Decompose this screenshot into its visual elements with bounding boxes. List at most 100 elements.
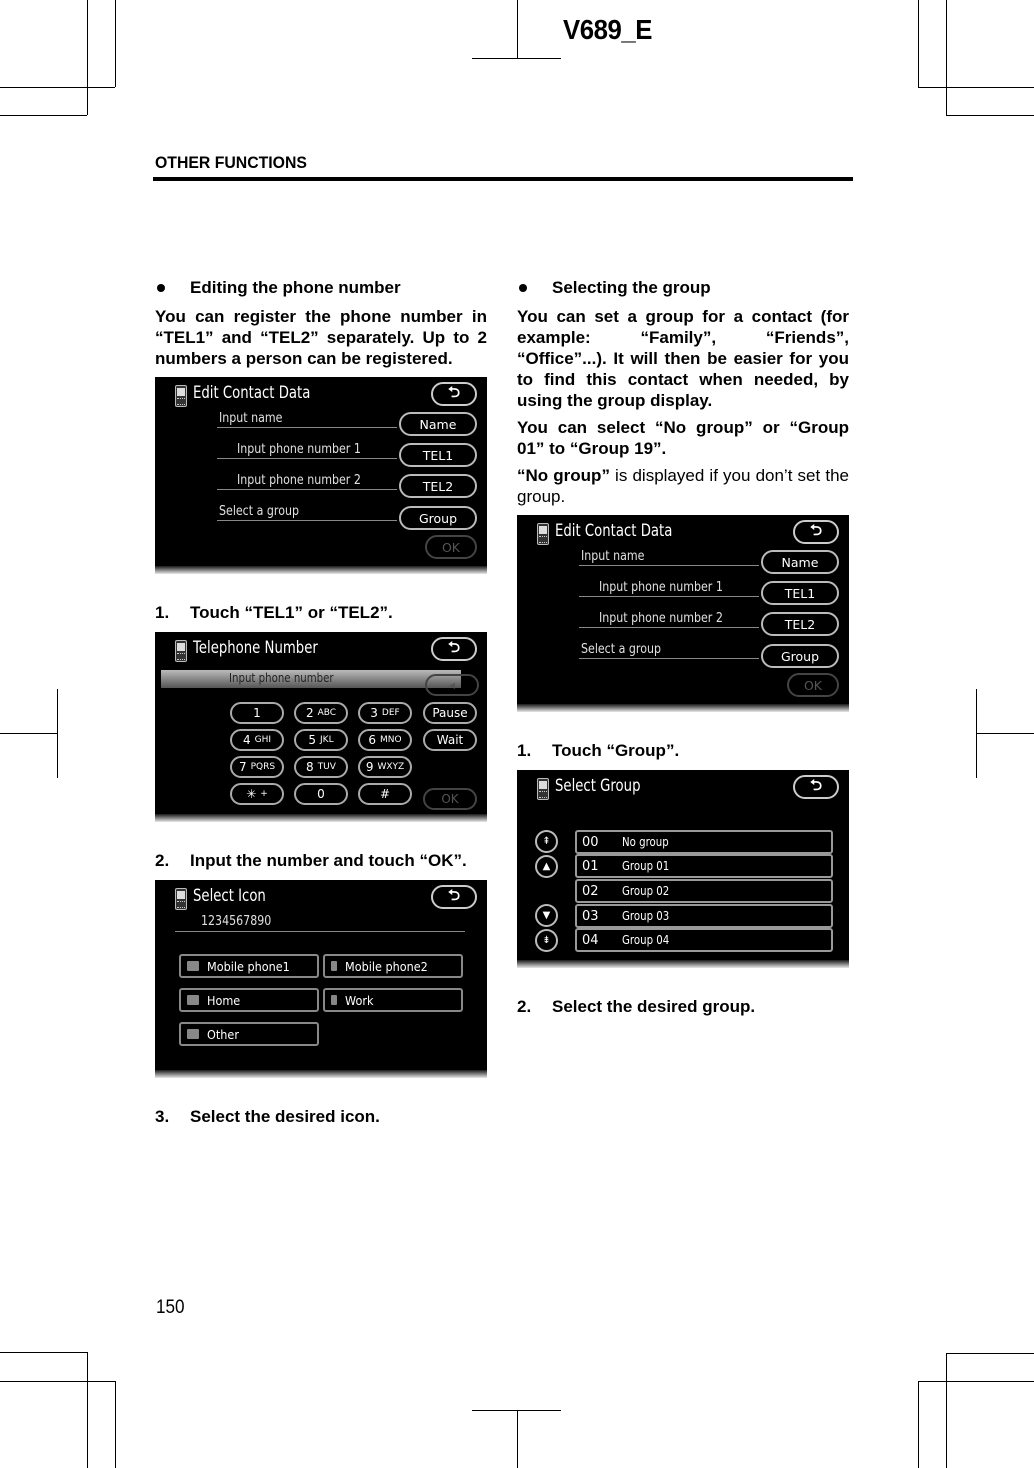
- page-down-button[interactable]: ⇟: [535, 929, 558, 952]
- icon-option-home[interactable]: Home: [179, 988, 319, 1012]
- key-letters: MNO: [380, 735, 402, 745]
- key-button[interactable]: 9 WXYZ: [358, 756, 412, 778]
- section-divider: [153, 177, 853, 181]
- group-name: Group 04: [622, 933, 670, 947]
- group-button[interactable]: Group: [761, 644, 839, 668]
- delete-button[interactable]: ◂: [425, 674, 479, 696]
- phone-number-input[interactable]: Input phone number: [161, 670, 461, 688]
- icon-option-mobile-phone1[interactable]: Mobile phone1: [179, 954, 319, 978]
- row-label: Input phone number 2: [599, 611, 723, 626]
- group-name: Group 03: [622, 909, 670, 923]
- ok-button[interactable]: OK: [425, 535, 477, 559]
- key-digit: 7: [238, 760, 247, 774]
- screen-title: Edit Contact Data: [555, 521, 673, 541]
- key-button[interactable]: 3 DEF: [358, 702, 412, 724]
- back-button[interactable]: ⮌: [793, 775, 839, 799]
- screen-title: Telephone Number: [193, 638, 318, 658]
- arrow-up-icon: ▲: [542, 860, 551, 872]
- tel1-button[interactable]: TEL1: [399, 443, 477, 467]
- phone-icon: [175, 640, 187, 662]
- group-list-item[interactable]: 03 Group 03: [575, 904, 833, 928]
- key-digit: 3: [370, 706, 378, 720]
- group-number: 04: [582, 932, 599, 948]
- row-label: Input name: [219, 411, 283, 426]
- section-title: OTHER FUNCTIONS: [155, 153, 307, 172]
- back-button[interactable]: ⮌: [431, 885, 477, 909]
- tel1-button[interactable]: TEL1: [761, 581, 839, 605]
- key-letters: GHI: [254, 735, 272, 745]
- key-button[interactable]: ✳ +: [230, 783, 284, 805]
- phone-icon: [537, 778, 549, 800]
- row-label: Input phone number 2: [237, 473, 361, 488]
- group-name: Group 01: [622, 859, 670, 873]
- return-icon: ⮌: [447, 382, 460, 401]
- group-button[interactable]: Group: [399, 506, 477, 530]
- key-digit: #: [379, 787, 391, 801]
- group-list-item[interactable]: 02 Group 02: [575, 879, 833, 903]
- group-number: 00: [582, 834, 599, 850]
- ok-button[interactable]: OK: [787, 673, 839, 697]
- page-up-button[interactable]: ⇞: [535, 830, 558, 853]
- name-button[interactable]: Name: [399, 412, 477, 436]
- group-intro-paragraph: You can set a group for a contact (for e…: [517, 307, 849, 410]
- row-label: Input phone number 1: [599, 580, 723, 595]
- pause-button[interactable]: Pause: [423, 702, 477, 724]
- tel2-button[interactable]: TEL2: [399, 474, 477, 498]
- work-icon: [331, 995, 337, 1005]
- icon-option-other[interactable]: Other: [179, 1022, 319, 1046]
- key-button[interactable]: 2 ABC: [294, 702, 348, 724]
- group-number: 03: [582, 908, 599, 924]
- group-number: 01: [582, 858, 599, 874]
- group-range-paragraph: You can select “No group” or “Group 01” …: [517, 418, 849, 458]
- no-group-note: “No group” is displayed if you don’t set…: [517, 466, 849, 506]
- scroll-up-button[interactable]: ▲: [535, 855, 558, 878]
- name-button[interactable]: Name: [761, 550, 839, 574]
- back-button[interactable]: ⮌: [793, 520, 839, 544]
- group-name: No group: [622, 835, 669, 849]
- screen-telephone-number: Telephone Number ⮌ Input phone number ◂ …: [155, 632, 487, 822]
- back-button[interactable]: ⮌: [431, 637, 477, 661]
- ok-button[interactable]: OK: [423, 788, 477, 810]
- return-icon: ⮌: [809, 520, 822, 539]
- phone-icon: [537, 523, 549, 545]
- key-button[interactable]: 8 TUV: [294, 756, 348, 778]
- right-column: Selecting the group You can set a group …: [517, 276, 849, 1018]
- scroll-down-button[interactable]: ▼: [535, 904, 558, 927]
- key-letters: ABC: [317, 708, 337, 718]
- key-letters: DEF: [381, 708, 400, 718]
- bullet-icon: [157, 284, 165, 292]
- group-list-item[interactable]: 00 No group: [575, 830, 833, 854]
- key-button[interactable]: 6 MNO: [358, 729, 412, 751]
- step-3: 3. Select the desired icon.: [155, 1107, 380, 1126]
- group-list-item[interactable]: 04 Group 04: [575, 928, 833, 952]
- key-button[interactable]: 1: [230, 702, 284, 724]
- group-name: Group 02: [622, 884, 670, 898]
- document-code: V689_E: [563, 14, 652, 45]
- key-digit: ✳: [246, 787, 257, 801]
- phone-number-display: 1234567890: [201, 914, 272, 929]
- key-button[interactable]: 4 GHI: [230, 729, 284, 751]
- key-button[interactable]: 5 JKL: [294, 729, 348, 751]
- key-button[interactable]: #: [358, 783, 412, 805]
- row-label: Input phone number 1: [237, 442, 361, 457]
- row-label: Select a group: [581, 642, 661, 657]
- screen-title: Edit Contact Data: [193, 383, 311, 403]
- key-letters: JKL: [320, 735, 334, 745]
- heading-editing-phone-number: Editing the phone number: [155, 276, 487, 300]
- group-number: 02: [582, 883, 599, 899]
- home-icon: [187, 995, 199, 1005]
- icon-option-mobile-phone2[interactable]: Mobile phone2: [323, 954, 463, 978]
- arrow-down-icon: ▼: [542, 909, 551, 921]
- intro-paragraph: You can register the phone number in “TE…: [155, 307, 487, 368]
- screen-edit-contact-data: Edit Contact Data ⮌ Input name Name Inpu…: [155, 377, 487, 574]
- key-button[interactable]: 7 PQRS: [230, 756, 284, 778]
- wait-button[interactable]: Wait: [423, 729, 477, 751]
- group-list-item[interactable]: 01 Group 01: [575, 854, 833, 878]
- key-digit: 6: [368, 733, 377, 747]
- tel2-button[interactable]: TEL2: [761, 612, 839, 636]
- key-button[interactable]: 0: [294, 783, 348, 805]
- heading-selecting-group: Selecting the group: [517, 276, 849, 300]
- back-button[interactable]: ⮌: [431, 382, 477, 406]
- page-down-icon: ⇟: [542, 934, 551, 946]
- icon-option-work[interactable]: Work: [323, 988, 463, 1012]
